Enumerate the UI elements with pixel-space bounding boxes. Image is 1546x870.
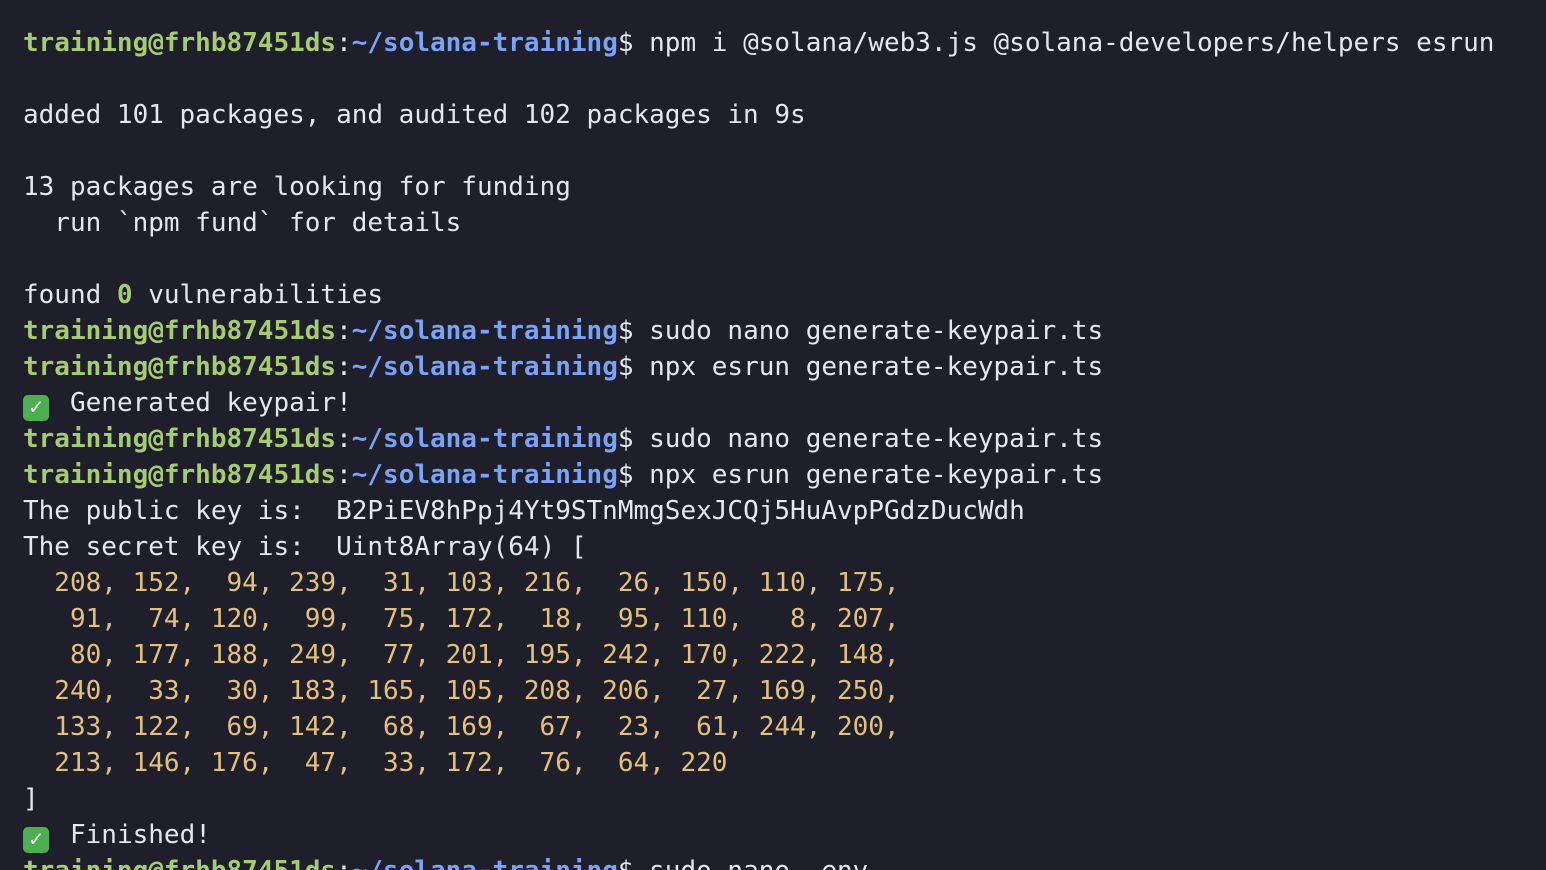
- command-text: npx esrun generate-keypair.ts: [649, 460, 1104, 490]
- npm-funding-line: 13 packages are looking for funding: [23, 172, 571, 202]
- secret-key-row: 91, 74, 120, 99, 75, 172, 18, 95, 110, 8…: [23, 604, 900, 634]
- command-text: sudo nano generate-keypair.ts: [649, 424, 1104, 454]
- terminal-window[interactable]: training@frhb87451ds:~/solana-training$ …: [0, 0, 1546, 870]
- prompt-user-host: training@frhb87451ds: [23, 856, 336, 870]
- secret-key-row: 240, 33, 30, 183, 165, 105, 208, 206, 27…: [23, 676, 900, 706]
- public-key-value: B2PiEV8hPpj4Yt9STnMmgSexJCQj5HuAvpPGdzDu…: [336, 496, 1025, 526]
- prompt-user-host: training@frhb87451ds: [23, 424, 337, 454]
- secret-key-line: The secret key is: Uint8Array(64) [: [23, 529, 1546, 565]
- command-line: training@frhb87451ds:~/solana-training$ …: [23, 457, 1546, 493]
- secret-key-row: 213, 146, 176, 47, 33, 172, 76, 64, 220: [23, 748, 728, 778]
- found-prefix: found: [23, 280, 117, 310]
- prompt-user-host: training@frhb87451ds: [23, 460, 337, 490]
- finished-text: Finished!: [70, 820, 211, 850]
- prompt-user-host: training@frhb87451ds: [23, 316, 337, 346]
- prompt-dollar: $: [617, 460, 650, 490]
- prompt-path: ~/solana-training: [351, 316, 618, 346]
- prompt-colon: :: [336, 352, 352, 382]
- command-line: training@frhb87451ds:~/solana-training$ …: [23, 313, 1546, 349]
- prompt-dollar: $: [617, 28, 650, 58]
- prompt-dollar: $: [617, 352, 650, 382]
- generated-keypair-line: ✓ Generated keypair!: [23, 385, 1546, 421]
- prompt-dollar: $: [618, 856, 649, 870]
- npm-vulnerabilities-line: found 0 vulnerabilities: [23, 277, 1546, 313]
- secret-key-row: 133, 122, 69, 142, 68, 169, 67, 23, 61, …: [23, 712, 900, 742]
- prompt-dollar: $: [617, 424, 650, 454]
- secret-key-row: 80, 177, 188, 249, 77, 201, 195, 242, 17…: [23, 640, 900, 670]
- command-line: training@frhb87451ds:~/solana-training$ …: [23, 853, 1546, 870]
- command-line: training@frhb87451ds:~/solana-training$ …: [23, 349, 1546, 385]
- check-mark-icon: ✓: [23, 827, 49, 853]
- prompt-colon: :: [336, 460, 352, 490]
- finished-line: ✓ Finished!: [23, 817, 1546, 853]
- npm-added-line: added 101 packages, and audited 102 pack…: [23, 100, 806, 130]
- prompt-colon: :: [336, 316, 352, 346]
- prompt-path: ~/solana-training: [351, 28, 618, 58]
- npm-fund-hint-line: run `npm fund` for details: [23, 208, 462, 238]
- command-text: npm i @solana/web3.js @solana-developers…: [649, 28, 1495, 58]
- prompt-path: ~/solana-training: [351, 352, 618, 382]
- vulnerability-count: 0: [116, 280, 133, 310]
- public-key-label: The public key is:: [23, 496, 337, 526]
- command-line: training@frhb87451ds:~/solana-training$ …: [23, 421, 1546, 457]
- secret-key-close: ]: [23, 784, 39, 814]
- prompt-user-host: training@frhb87451ds: [23, 28, 337, 58]
- prompt-path: ~/solana-training: [352, 856, 618, 870]
- command-line: training@frhb87451ds:~/solana-training$ …: [23, 25, 1546, 61]
- command-text: npx esrun generate-keypair.ts: [649, 352, 1104, 382]
- prompt-user-host: training@frhb87451ds: [23, 352, 337, 382]
- prompt-dollar: $: [617, 316, 650, 346]
- generated-text: Generated keypair!: [70, 388, 352, 418]
- check-mark-icon: ✓: [23, 395, 49, 421]
- prompt-colon: :: [336, 856, 352, 870]
- found-suffix: vulnerabilities: [132, 280, 384, 310]
- prompt-colon: :: [336, 424, 352, 454]
- secret-key-open: Uint8Array(64) [: [336, 532, 587, 562]
- public-key-line: The public key is: B2PiEV8hPpj4Yt9STnMmg…: [23, 493, 1546, 529]
- prompt-path: ~/solana-training: [351, 460, 618, 490]
- prompt-path: ~/solana-training: [351, 424, 618, 454]
- prompt-colon: :: [336, 28, 352, 58]
- secret-key-label: The secret key is:: [23, 532, 337, 562]
- secret-key-row: 208, 152, 94, 239, 31, 103, 216, 26, 150…: [23, 568, 900, 598]
- command-text: sudo nano .env: [649, 856, 868, 870]
- command-text: sudo nano generate-keypair.ts: [649, 316, 1104, 346]
